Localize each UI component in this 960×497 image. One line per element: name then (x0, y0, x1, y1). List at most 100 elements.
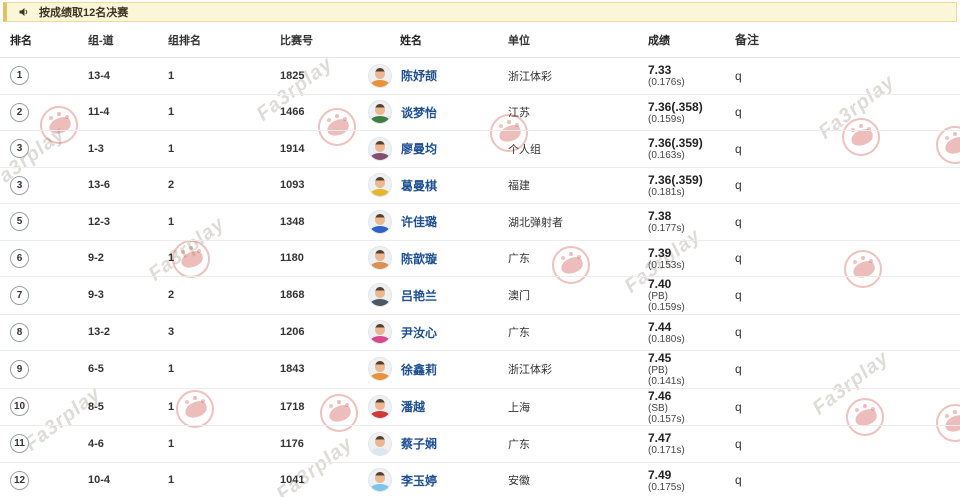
reaction-time: (0.176s) (648, 77, 730, 88)
result-cell: 7.45 (PB) (0.141s) (643, 351, 730, 388)
athlete-name-link[interactable]: 尹汝心 (401, 324, 437, 341)
rank-badge: 11 (10, 434, 29, 453)
result-cell: 7.39 (0.153s) (643, 246, 730, 271)
unit: 广东 (503, 436, 643, 452)
avatar-head (375, 361, 385, 372)
rank-badge: 8 (10, 323, 29, 342)
bib-number: 1868 (270, 289, 360, 301)
reaction-time: (0.171s) (648, 445, 730, 456)
bib-number: 1825 (270, 70, 360, 82)
qualification-note: q (730, 325, 960, 339)
unit: 广东 (503, 250, 643, 266)
result-cell: 7.36(.358) (0.159s) (643, 100, 730, 125)
unit: 安徽 (503, 472, 643, 488)
athlete-name-link[interactable]: 谈梦怡 (401, 104, 437, 121)
qualification-note: q (730, 105, 960, 119)
group-lane: 6-5 (78, 363, 158, 375)
qualification-note: q (730, 437, 960, 451)
rank-badge: 9 (10, 360, 29, 379)
athlete-name-link[interactable]: 吕艳兰 (401, 287, 437, 304)
athlete-avatar (368, 64, 392, 88)
avatar-shirt (371, 262, 390, 270)
table-row: 2 11-4 1 1466 谈梦怡 江苏 7.36(.358) (0.159s)… (0, 95, 960, 132)
bib-number: 1176 (270, 438, 360, 450)
avatar-shirt (371, 299, 390, 307)
rank-badge: 3 (10, 176, 29, 195)
unit: 浙江体彩 (503, 361, 643, 377)
athlete-name-link[interactable]: 蔡子娴 (401, 435, 437, 452)
athlete-name-link[interactable]: 潘越 (401, 398, 425, 415)
table-row: 8 13-2 3 1206 尹汝心 广东 7.44 (0.180s) q (0, 315, 960, 352)
table-row: 3 13-6 2 1093 葛曼棋 福建 7.36(.359) (0.181s)… (0, 168, 960, 205)
results-page: Fa3rplay Fa3rplay Fa3rplay Fa3rplay Fa3r… (0, 0, 960, 497)
avatar-head (375, 68, 385, 79)
avatar-shirt (371, 153, 390, 161)
bib-number: 1348 (270, 216, 360, 228)
unit: 广东 (503, 324, 643, 340)
bib-number: 1180 (270, 252, 360, 264)
result-tag: (SB) (648, 403, 730, 414)
avatar-head (375, 287, 385, 298)
group-rank: 1 (158, 143, 270, 155)
athlete-name-link[interactable]: 陈歆璇 (401, 250, 437, 267)
table-row: 12 10-4 1 1041 李玉婷 安徽 7.49 (0.175s) q (0, 463, 960, 497)
header-group-lane: 组-道 (78, 32, 158, 48)
rank-badge: 1 (10, 66, 29, 85)
athlete-name-link[interactable]: 徐鑫莉 (401, 361, 437, 378)
results-table: 排名 组-道 组排名 比赛号 姓名 单位 成绩 备注 1 13-4 1 1825… (0, 22, 960, 497)
group-rank: 1 (158, 70, 270, 82)
athlete-name-link[interactable]: 李玉婷 (401, 472, 437, 489)
unit: 福建 (503, 177, 643, 193)
table-row: 5 12-3 1 1348 许佳璐 湖北弹射者 7.38 (0.177s) q (0, 204, 960, 241)
qualification-note: q (730, 362, 960, 376)
athlete-avatar (368, 210, 392, 234)
unit: 澳门 (503, 287, 643, 303)
avatar-head (375, 324, 385, 335)
bib-number: 1718 (270, 401, 360, 413)
avatar-head (375, 104, 385, 115)
qualification-note: q (730, 400, 960, 414)
reaction-time: (0.157s) (648, 414, 730, 425)
avatar-head (375, 250, 385, 261)
header-note: 备注 (730, 31, 960, 48)
qualification-note: q (730, 251, 960, 265)
header-result: 成绩 (643, 32, 730, 48)
group-rank: 2 (158, 179, 270, 191)
group-rank: 1 (158, 474, 270, 486)
avatar-shirt (371, 336, 390, 344)
athlete-name-link[interactable]: 陈妤颉 (401, 67, 437, 84)
athlete-name-link[interactable]: 廖曼均 (401, 140, 437, 157)
group-lane: 10-4 (78, 474, 158, 486)
avatar-head (375, 436, 385, 447)
result-time: 7.36(.358) (648, 100, 730, 114)
group-lane: 9-3 (78, 289, 158, 301)
reaction-time: (0.175s) (648, 482, 730, 493)
reaction-time: (0.180s) (648, 334, 730, 345)
result-time: 7.36(.359) (648, 173, 730, 187)
qualification-note: q (730, 215, 960, 229)
reaction-time: (0.177s) (648, 223, 730, 234)
result-cell: 7.36(.359) (0.181s) (643, 173, 730, 198)
athlete-name-link[interactable]: 葛曼棋 (401, 177, 437, 194)
table-row: 9 6-5 1 1843 徐鑫莉 浙江体彩 7.45 (PB) (0.141s)… (0, 351, 960, 389)
avatar-shirt (371, 411, 390, 419)
result-time: 7.44 (648, 320, 730, 334)
header-name: 姓名 (360, 32, 503, 48)
athlete-avatar (368, 173, 392, 197)
avatar-head (375, 399, 385, 410)
athlete-avatar (368, 395, 392, 419)
reaction-time: (0.141s) (648, 376, 730, 387)
avatar-shirt (371, 226, 390, 234)
unit: 浙江体彩 (503, 68, 643, 84)
bib-number: 1466 (270, 106, 360, 118)
group-rank: 1 (158, 438, 270, 450)
result-cell: 7.47 (0.171s) (643, 431, 730, 456)
athlete-name-link[interactable]: 许佳璐 (401, 213, 437, 230)
result-time: 7.40 (648, 277, 730, 291)
result-cell: 7.40 (PB) (0.159s) (643, 277, 730, 314)
result-tag: (PB) (648, 365, 730, 376)
group-rank: 1 (158, 216, 270, 228)
table-row: 3 1-3 1 1914 廖曼均 个人组 7.36(.359) (0.163s)… (0, 131, 960, 168)
group-lane: 13-6 (78, 179, 158, 191)
result-cell: 7.49 (0.175s) (643, 468, 730, 493)
